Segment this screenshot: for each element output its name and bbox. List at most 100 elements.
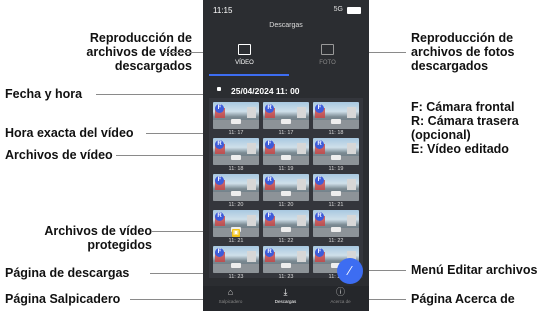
video-time: 11: 23 [278, 274, 294, 280]
video-time: 11: 20 [278, 202, 294, 208]
nav-downloads[interactable]: ⤓ Descargas [258, 288, 313, 311]
camera-badge: R [215, 212, 224, 221]
video-time: 11: 21 [228, 238, 244, 244]
status-signal: 5G [333, 6, 343, 13]
video-thumbnail[interactable]: R 11: 20 [263, 174, 309, 211]
video-time: 11: 23 [228, 274, 244, 280]
nav-downloads-label: Descargas [274, 299, 297, 304]
tab-video[interactable]: VÍDEO [203, 42, 286, 76]
video-thumbnail[interactable]: R 11: 23 [263, 246, 309, 283]
thumb-scene [281, 263, 291, 268]
thumb-scene [297, 215, 306, 226]
callout-video-files: Archivos de vídeo [5, 148, 113, 162]
callout-dashboard-page: Página Salpicadero [5, 292, 121, 306]
video-thumbnail[interactable]: R 11: 18 [213, 138, 259, 175]
video-thumbnail[interactable]: F 11: 23 [213, 246, 259, 283]
video-icon [238, 44, 251, 55]
thumb-scene [231, 155, 241, 160]
leader-edit-menu [364, 270, 406, 271]
nav-dashboard-label: Salpicadero [218, 299, 243, 304]
battery-icon [347, 7, 361, 14]
tab-photo[interactable]: FOTO [286, 42, 369, 76]
thumb-scene [281, 119, 291, 124]
video-thumbnail[interactable]: R 11: 21 ▣ [213, 210, 259, 247]
video-time: 11: 19 [328, 166, 344, 172]
tab-video-label: VÍDEO [235, 60, 254, 66]
thumb-scene [247, 215, 256, 226]
thumb-scene [247, 107, 256, 118]
video-thumbnail[interactable]: F 11: 21 [313, 174, 359, 211]
thumb-scene [347, 215, 356, 226]
lock-icon: ▣ [232, 229, 240, 237]
video-time: 11: 20 [228, 202, 244, 208]
leader-video-files [116, 155, 210, 156]
photo-icon [321, 44, 334, 55]
video-time: 11: 22 [328, 238, 344, 244]
video-thumbnail[interactable]: R 11: 22 [313, 210, 359, 247]
edit-icon: ∕ [348, 263, 352, 278]
thumb-scene [281, 227, 291, 232]
camera-badge: F [315, 104, 324, 113]
thumb-scene [297, 107, 306, 118]
callout-protected: Archivos de vídeo protegidos [44, 224, 152, 252]
video-grid: F 11: 17 R 11: 17 F 11: 18 R 11: 18 F 11: 19 R 11: … [209, 98, 363, 280]
bottom-nav: ⌂ Salpicadero ⤓ Descargas ⓘ Acerca de [203, 286, 369, 311]
thumb-scene [331, 155, 341, 160]
camera-badge: F [215, 248, 224, 257]
camera-badge: R [315, 140, 324, 149]
camera-badge: R [265, 104, 274, 113]
thumb-scene [331, 191, 341, 196]
camera-badge: F [315, 248, 324, 257]
video-time: 11: 18 [228, 166, 244, 172]
callout-legend: F: Cámara frontal R: Cámara trasera (opc… [411, 100, 519, 156]
camera-badge: F [265, 212, 274, 221]
info-icon: ⓘ [336, 287, 346, 297]
thumb-scene [231, 119, 241, 124]
thumb-scene [247, 143, 256, 154]
thumb-scene [331, 119, 341, 124]
camera-badge: R [215, 140, 224, 149]
edit-files-button[interactable]: ∕ [337, 258, 363, 284]
video-thumbnail[interactable]: R 11: 17 [263, 102, 309, 139]
page-title: Descargas [269, 22, 303, 29]
video-time: 11: 17 [278, 130, 294, 136]
home-icon: ⌂ [227, 287, 234, 297]
date-header-text: 25/04/2024 11: 00 [231, 86, 300, 96]
video-thumbnail[interactable]: F 11: 18 [313, 102, 359, 139]
camera-badge: F [215, 176, 224, 185]
video-time: 11: 22 [278, 238, 294, 244]
video-time: 11: 17 [228, 130, 244, 136]
date-header: 25/04/2024 11: 00 [209, 84, 363, 98]
video-thumbnail[interactable]: F 11: 17 [213, 102, 259, 139]
callout-date-time: Fecha y hora [5, 87, 83, 101]
thumb-scene [231, 263, 241, 268]
camera-badge: R [315, 212, 324, 221]
nav-dashboard[interactable]: ⌂ Salpicadero [203, 288, 258, 311]
callout-photo-tab: Reproducción de archivos de fotos descar… [411, 31, 515, 73]
camera-badge: R [265, 248, 274, 257]
nav-about[interactable]: ⓘ Acerca de [313, 288, 368, 311]
tab-active-indicator [209, 74, 289, 76]
thumb-scene [347, 107, 356, 118]
camera-badge: F [265, 140, 274, 149]
video-time: 11: 19 [278, 166, 294, 172]
video-thumbnail[interactable]: F 11: 20 [213, 174, 259, 211]
callout-downloads-page: Página de descargas [5, 266, 130, 280]
thumb-scene [231, 191, 241, 196]
thumb-scene [281, 155, 291, 160]
video-thumbnail[interactable]: F 11: 22 [263, 210, 309, 247]
video-time: 11: 21 [328, 202, 344, 208]
tab-photo-label: FOTO [319, 60, 336, 66]
thumb-scene [247, 251, 256, 262]
video-thumbnail[interactable]: F 11: 19 [263, 138, 309, 175]
camera-badge: F [315, 176, 324, 185]
thumb-scene [331, 227, 341, 232]
thumb-scene [281, 191, 291, 196]
callout-edit-menu: Menú Editar archivos [411, 263, 538, 277]
camera-badge: R [265, 176, 274, 185]
thumb-scene [347, 143, 356, 154]
thumb-scene [297, 143, 306, 154]
callout-exact-time: Hora exacta del vídeo [5, 126, 134, 140]
video-thumbnail[interactable]: R 11: 19 [313, 138, 359, 175]
status-bar: 11:15 5G [203, 0, 369, 20]
